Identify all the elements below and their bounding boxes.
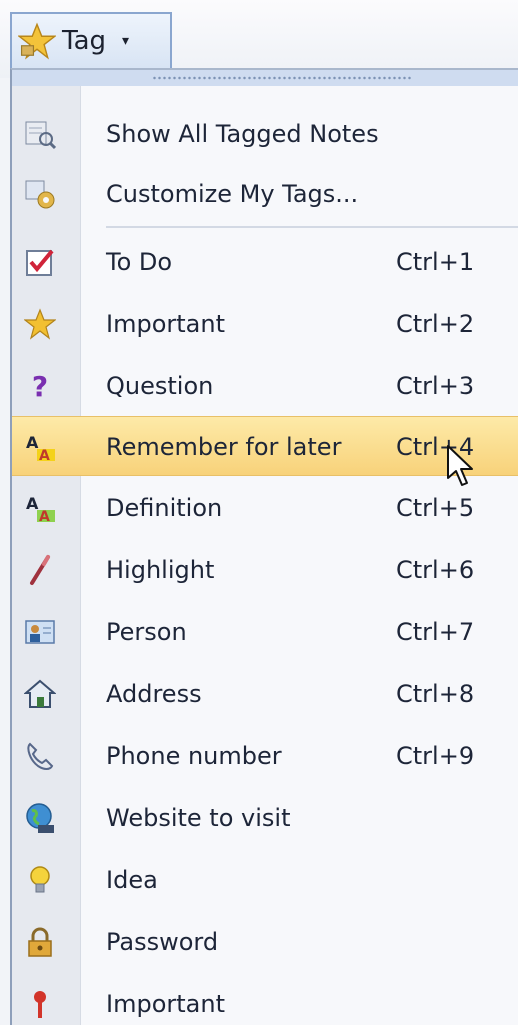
menu-item-shortcut: Ctrl+9 [396, 742, 475, 770]
menu-item-website-to-visit[interactable]: Website to visit [12, 788, 518, 848]
menu-item-important[interactable]: Important Ctrl+2 [12, 294, 518, 354]
svg-text:A: A [39, 509, 50, 524]
menu-item-label: Definition [106, 494, 223, 522]
toolbar: Tag ▾ [0, 0, 518, 78]
menu-gripper[interactable] [12, 70, 518, 86]
menu-item-label: Question [106, 372, 214, 400]
menu-item-label: Phone number [106, 742, 282, 770]
menu-item-label: Show All Tagged Notes [106, 120, 379, 148]
tagged-notes-icon [25, 121, 56, 150]
menu-item-shortcut: Ctrl+8 [396, 680, 475, 708]
menu-separator [106, 226, 518, 228]
globe-icon [26, 803, 54, 833]
menu-item-shortcut: Ctrl+3 [396, 372, 475, 400]
tag-dropdown-button[interactable]: Tag ▾ [10, 12, 172, 68]
checkbox-icon [26, 249, 54, 276]
menu-item-customize-my-tags[interactable]: Customize My Tags... [12, 164, 518, 224]
star-tag-icon [18, 22, 56, 60]
menu-item-important-2[interactable]: Important [12, 974, 518, 1025]
mouse-pointer-icon [447, 445, 473, 486]
definition-icon: A A [26, 494, 55, 524]
menu-item-shortcut: Ctrl+2 [396, 310, 475, 338]
customize-tags-icon [25, 180, 55, 209]
menu-item-label: Customize My Tags... [106, 180, 359, 208]
lightbulb-icon [30, 866, 50, 893]
menu-item-label: Person [106, 618, 187, 646]
menu-item-idea[interactable]: Idea [12, 850, 518, 910]
menu-item-shortcut: Ctrl+7 [396, 618, 475, 646]
highlight-text-icon: A A [26, 433, 55, 463]
menu-item-label: Important [106, 990, 225, 1018]
exclamation-icon [34, 991, 46, 1018]
chevron-down-icon: ▾ [122, 33, 130, 49]
menu-item-label: Remember for later [106, 433, 342, 461]
menu-item-label: Highlight [106, 556, 215, 584]
question-icon: ? [32, 370, 48, 402]
menu-item-definition[interactable]: A A Definition Ctrl+5 [12, 478, 518, 538]
menu-item-address[interactable]: Address Ctrl+8 [12, 664, 518, 724]
menu-item-label: Important [106, 310, 225, 338]
highlighter-icon [30, 555, 50, 585]
menu-item-shortcut: Ctrl+1 [396, 248, 475, 276]
menu-item-show-all-tagged-notes[interactable]: Show All Tagged Notes [12, 104, 518, 164]
person-card-icon [25, 620, 55, 644]
svg-text:?: ? [32, 370, 48, 402]
menu-item-password[interactable]: Password [12, 912, 518, 972]
menu-item-label: Website to visit [106, 804, 291, 832]
star-icon [24, 308, 56, 340]
menu-item-question[interactable]: ? Question Ctrl+3 [12, 356, 518, 416]
lock-icon [28, 927, 52, 957]
menu-item-label: Idea [106, 866, 158, 894]
menu-item-highlight[interactable]: Highlight Ctrl+6 [12, 540, 518, 600]
menu-item-to-do[interactable]: To Do Ctrl+1 [12, 232, 518, 292]
svg-text:A: A [39, 448, 50, 463]
menu-item-label: To Do [106, 248, 173, 276]
menu-item-phone-number[interactable]: Phone number Ctrl+9 [12, 726, 518, 786]
menu-item-label: Password [106, 928, 219, 956]
tag-menu: Show All Tagged Notes Customize My Tags.… [10, 68, 518, 1025]
house-icon [24, 679, 56, 708]
menu-item-remember-for-later[interactable]: A A Remember for later Ctrl+4 [12, 416, 518, 476]
menu-item-shortcut: Ctrl+6 [396, 556, 475, 584]
menu-item-label: Address [106, 680, 202, 708]
phone-icon [27, 742, 54, 770]
menu-item-person[interactable]: Person Ctrl+7 [12, 602, 518, 662]
tag-button-label: Tag [62, 26, 107, 56]
